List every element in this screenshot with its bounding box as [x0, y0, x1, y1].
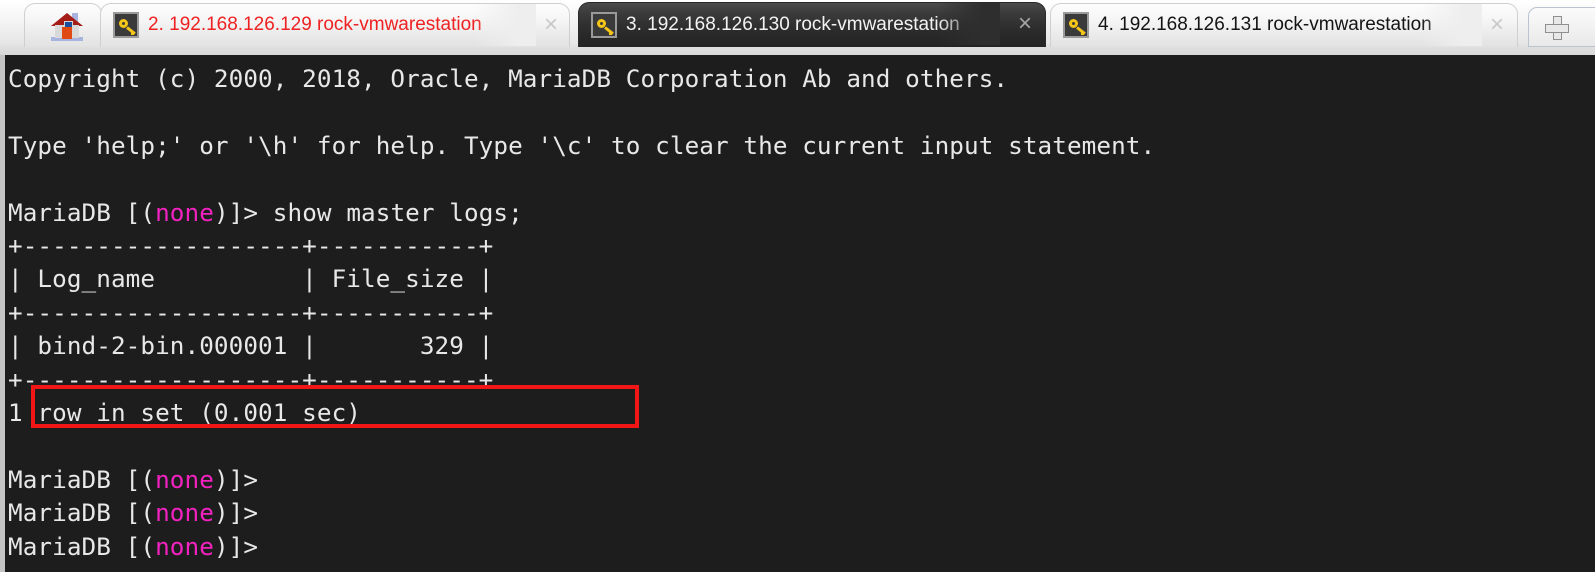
terminal-line: MariaDB [(none)]>	[8, 463, 1155, 496]
terminal-line: +-------------------+-----------+	[8, 231, 494, 261]
terminal-prompt-prefix: MariaDB [(	[8, 464, 156, 494]
tab-session-4[interactable]: 4. 192.168.126.131 rock-vmwarestation ×	[1050, 3, 1518, 47]
key-icon-tooth	[131, 31, 134, 35]
home-tab-inner	[24, 3, 102, 47]
tab-session-2-close-icon[interactable]: ×	[538, 12, 564, 38]
plus-icon	[1545, 16, 1569, 40]
terminal-line: | bind-2-bin.000001 | 329 |	[8, 331, 494, 361]
terminal-prompt-suffix: )]>	[213, 498, 273, 528]
key-icon	[113, 12, 139, 38]
terminal-line: +-------------------+-----------+	[8, 297, 494, 327]
tab-session-3[interactable]: 3. 192.168.126.130 rock-vmwarestation ×	[578, 2, 1046, 47]
home-icon-door	[62, 27, 72, 39]
terminal-pane[interactable]: Copyright (c) 2000, 2018, Oracle, MariaD…	[0, 55, 1595, 572]
terminal-line: | Log_name | File_size |	[8, 264, 494, 294]
tab-session-4-close-icon[interactable]: ×	[1484, 12, 1510, 38]
tab-session-2-label: 2. 192.168.126.129 rock-vmwarestation	[148, 14, 482, 35]
terminal-prompt-prefix: MariaDB [(	[8, 531, 156, 561]
terminal-prompt-suffix: )]>	[213, 464, 273, 494]
home-icon	[49, 9, 85, 41]
new-tab-button[interactable]	[1528, 7, 1595, 47]
highlight-annotation-box	[31, 385, 639, 428]
terminal-line: Copyright (c) 2000, 2018, Oracle, MariaD…	[8, 64, 1009, 93]
tab-session-3-inner: 3. 192.168.126.130 rock-vmwarestation	[578, 2, 1046, 47]
terminal-prompt-database: none	[155, 531, 214, 561]
tab-session-3-close-icon[interactable]: ×	[1012, 11, 1038, 37]
terminal-scrollbar[interactable]	[0, 55, 5, 572]
tab-session-4-label: 4. 192.168.126.131 rock-vmwarestation	[1098, 14, 1432, 35]
terminal-prompt-database: none	[155, 498, 214, 528]
terminal-line: MariaDB [(none)]>	[8, 496, 1155, 529]
terminal-line: MariaDB [(none)]>	[8, 530, 1155, 563]
tab-session-2[interactable]: 2. 192.168.126.129 rock-vmwarestation ×	[100, 3, 570, 47]
key-icon-tooth	[609, 30, 612, 35]
terminal-prompt-database: none	[155, 464, 214, 494]
tab-session-4-inner: 4. 192.168.126.131 rock-vmwarestation	[1050, 3, 1518, 47]
tab-session-3-label: 3. 192.168.126.130 rock-vmwarestation	[626, 13, 960, 35]
terminal-line: MariaDB [(none)]> show master logs;	[8, 196, 1155, 229]
key-icon	[591, 11, 617, 38]
terminal-prompt-suffix: )]>	[213, 531, 273, 561]
home-tab[interactable]	[24, 3, 102, 47]
terminal-prompt-prefix: MariaDB [(	[8, 197, 156, 227]
terminal-prompt-suffix: )]>	[213, 197, 273, 227]
terminal-command: show master logs;	[272, 197, 523, 227]
key-icon	[1063, 12, 1089, 38]
tab-bar: 2. 192.168.126.129 rock-vmwarestation × …	[0, 0, 1595, 55]
tab-session-2-inner: 2. 192.168.126.129 rock-vmwarestation	[100, 3, 570, 47]
terminal-scrollbar-thumb[interactable]	[0, 55, 5, 572]
terminal-prompt-prefix: MariaDB [(	[8, 498, 156, 528]
terminal-output: Copyright (c) 2000, 2018, Oracle, MariaD…	[8, 62, 1155, 563]
key-icon-tooth	[1081, 31, 1084, 35]
terminal-line: Type 'help;' or '\h' for help. Type '\c'…	[8, 130, 1156, 160]
terminal-prompt-database: none	[155, 197, 214, 227]
